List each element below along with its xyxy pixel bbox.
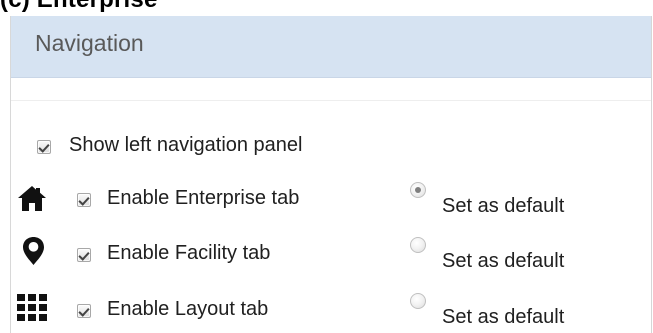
facility-tab-option: Enable Facility tab Set as default <box>11 237 651 275</box>
partial-caption: (c) Enterprise <box>0 0 158 12</box>
enable-layout-tab-label: Enable Layout tab <box>107 298 269 320</box>
enterprise-tab-option: Enable Enterprise tab Set as default <box>11 182 651 220</box>
navigation-settings-panel: Navigation Show left navigation panel En… <box>10 16 652 333</box>
grid-icon <box>17 294 47 321</box>
section-divider <box>11 100 651 101</box>
panel-header: Navigation <box>11 16 651 78</box>
layout-default-label: Set as default <box>442 306 565 328</box>
location-pin-icon <box>23 237 44 265</box>
enable-layout-tab-checkbox[interactable] <box>77 304 91 318</box>
enable-enterprise-tab-checkbox[interactable] <box>77 193 91 207</box>
panel-title: Navigation <box>35 30 144 56</box>
layout-default-radio[interactable] <box>410 293 426 309</box>
layout-tab-option: Enable Layout tab Set as default <box>11 293 651 331</box>
facility-default-radio[interactable] <box>410 237 426 253</box>
enterprise-default-label: Set as default <box>442 195 565 217</box>
show-left-navigation-option[interactable]: Show left navigation panel <box>11 128 651 166</box>
facility-default-label: Set as default <box>442 250 565 272</box>
enterprise-default-radio[interactable] <box>410 182 426 198</box>
home-icon <box>18 186 46 211</box>
enable-enterprise-tab-label: Enable Enterprise tab <box>107 187 300 209</box>
show-left-navigation-checkbox[interactable] <box>37 140 51 154</box>
navigation-settings-screen: (c) Enterprise Navigation Show left navi… <box>0 0 653 333</box>
show-left-navigation-label: Show left navigation panel <box>69 134 303 156</box>
enable-facility-tab-label: Enable Facility tab <box>107 242 271 264</box>
enable-facility-tab-checkbox[interactable] <box>77 248 91 262</box>
